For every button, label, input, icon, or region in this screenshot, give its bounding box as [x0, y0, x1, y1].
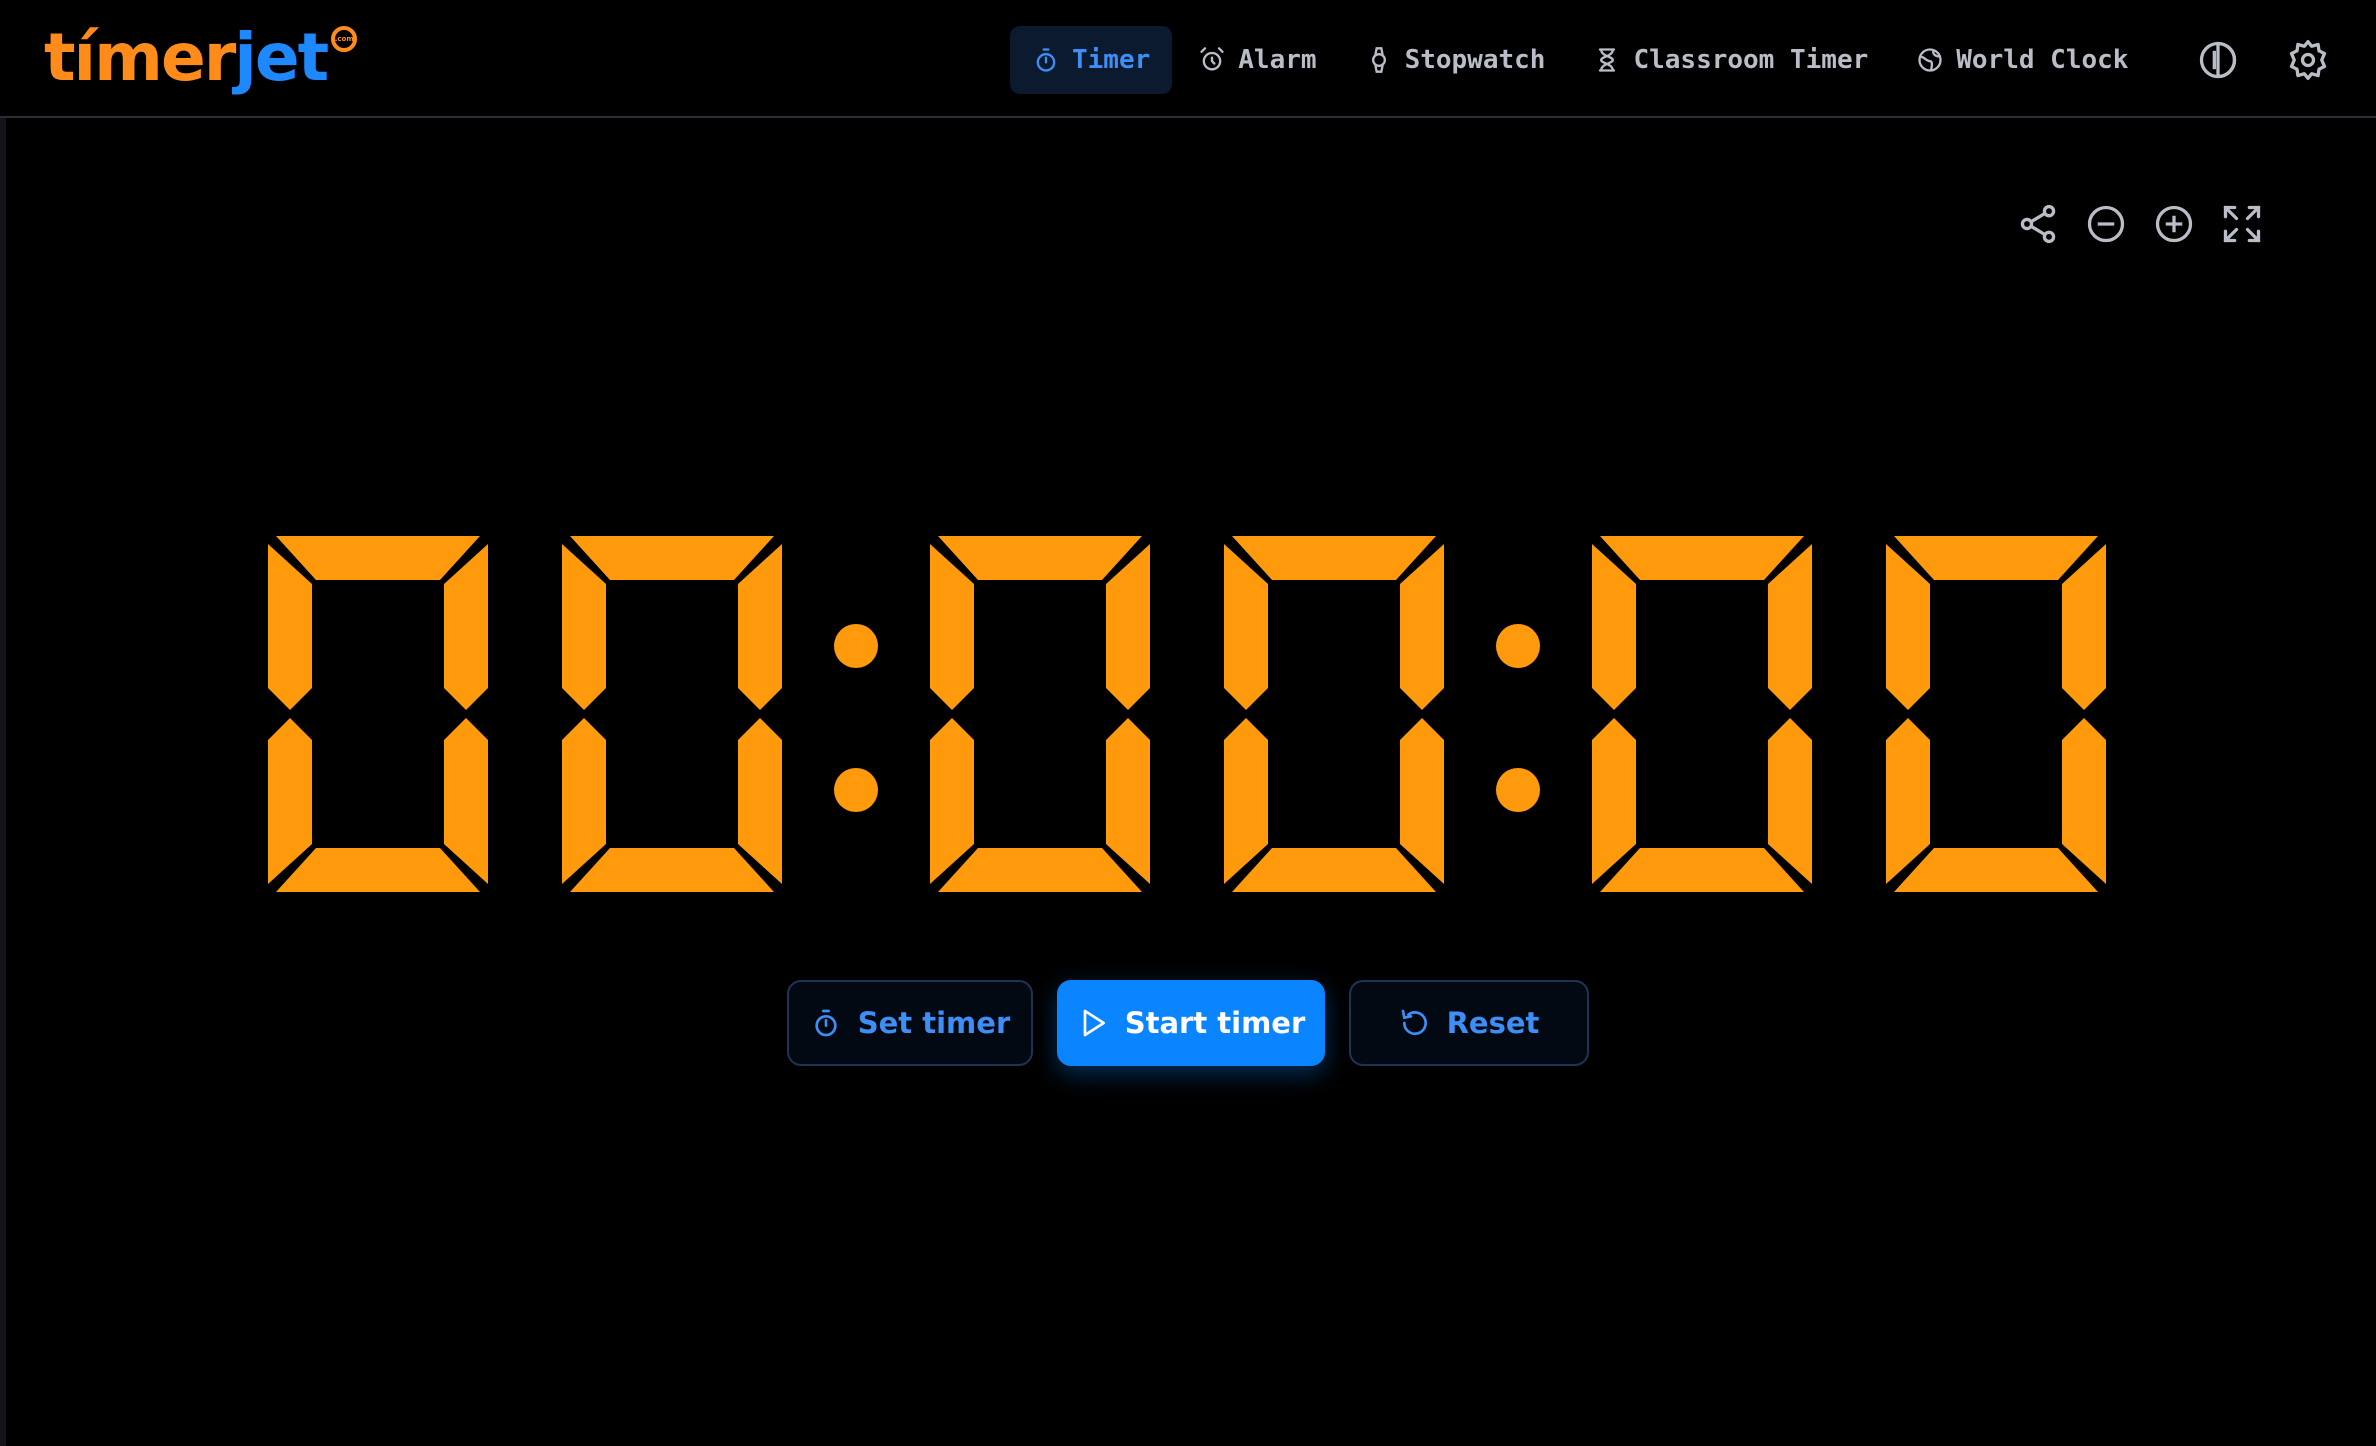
play-icon — [1083, 1009, 1105, 1037]
segment-e — [930, 718, 974, 884]
segment-e — [562, 718, 606, 884]
share-button[interactable] — [2010, 196, 2066, 252]
segment-d — [1232, 848, 1436, 892]
segment-d — [1600, 848, 1804, 892]
colon-dot-upper — [1496, 624, 1540, 668]
logo-badge: .com — [331, 26, 358, 52]
display-tools — [2010, 196, 2282, 252]
reset-label: Reset — [1446, 1006, 1540, 1040]
segment-e — [268, 718, 312, 884]
segment-e — [1224, 718, 1268, 884]
window-edge — [0, 0, 6, 1446]
timerjet-logo[interactable]: tímer jet .com — [44, 18, 358, 98]
colon-dot-lower — [1496, 768, 1540, 812]
logo-text-jet: jet — [234, 19, 329, 96]
globe-icon — [1918, 48, 1942, 72]
segment-e — [1886, 718, 1930, 884]
nav-item-alarm[interactable]: Alarm — [1176, 26, 1338, 94]
zoom-in-icon — [2155, 205, 2193, 243]
logo-text-timer: tímer — [44, 19, 236, 96]
seven-segment-digit — [268, 536, 488, 892]
seven-segment-digit — [930, 536, 1150, 892]
colon-dot-lower — [834, 768, 878, 812]
segment-c — [738, 718, 782, 884]
timer-controls: Set timer Start timer Reset — [0, 980, 2376, 1066]
nav-item-timer[interactable]: Timer — [1010, 26, 1173, 94]
segment-b — [1106, 544, 1150, 710]
segment-a — [276, 536, 480, 580]
segment-d — [276, 848, 480, 892]
segment-d — [938, 848, 1142, 892]
segment-d — [570, 848, 774, 892]
hourglass-icon — [1599, 48, 1616, 72]
segment-f — [562, 544, 606, 710]
segment-a — [938, 536, 1142, 580]
segment-c — [1400, 718, 1444, 884]
seven-segment-digit — [1224, 536, 1444, 892]
nav-label-stopwatch: Stopwatch — [1404, 45, 1546, 75]
segment-f — [930, 544, 974, 710]
start-timer-button[interactable]: Start timer — [1057, 980, 1325, 1066]
nav-item-classroom-timer[interactable]: Classroom Timer — [1571, 26, 1890, 94]
seven-segment-digit — [1592, 536, 1812, 892]
seven-segment-digit — [562, 536, 782, 892]
top-navigation-bar: tímer jet .com Timer Alarm Stopwatch Cla… — [0, 0, 2376, 118]
segment-a — [1232, 536, 1436, 580]
segment-a — [1600, 536, 1804, 580]
stopwatch-icon — [815, 1009, 837, 1037]
segment-a — [1894, 536, 2098, 580]
set-timer-label: Set timer — [857, 1006, 1011, 1040]
watch-icon — [1371, 47, 1386, 73]
nav-label-timer: Timer — [1072, 45, 1151, 75]
seven-segment-digit — [1886, 536, 2106, 892]
zoom-out-button[interactable] — [2078, 196, 2134, 252]
segment-b — [1400, 544, 1444, 710]
alarm-clock-icon — [1200, 47, 1224, 71]
segment-f — [1224, 544, 1268, 710]
main-nav: Timer Alarm Stopwatch Classroom Timer Wo… — [1010, 26, 2154, 94]
stopwatch-icon — [1036, 48, 1056, 72]
timer-display — [268, 536, 2118, 892]
nav-label-classroom-timer: Classroom Timer — [1633, 45, 1869, 75]
share-icon — [2020, 204, 2056, 244]
nav-label-world-clock: World Clock — [1956, 45, 2129, 75]
theme-toggle-button[interactable] — [2190, 32, 2246, 88]
segment-c — [1768, 718, 1812, 884]
reset-button[interactable]: Reset — [1349, 980, 1589, 1066]
segment-b — [738, 544, 782, 710]
segment-c — [2062, 718, 2106, 884]
segment-e — [1592, 718, 1636, 884]
segment-b — [1768, 544, 1812, 710]
nav-label-alarm: Alarm — [1238, 45, 1317, 75]
start-timer-label: Start timer — [1124, 1006, 1306, 1040]
segment-c — [444, 718, 488, 884]
nav-item-stopwatch[interactable]: Stopwatch — [1343, 26, 1568, 94]
segment-a — [570, 536, 774, 580]
fullscreen-icon — [2223, 205, 2261, 243]
zoom-out-icon — [2087, 205, 2125, 243]
contrast-icon — [2199, 41, 2237, 79]
segment-f — [1886, 544, 1930, 710]
nav-item-world-clock[interactable]: World Clock — [1894, 26, 2150, 94]
fullscreen-button[interactable] — [2214, 196, 2270, 252]
segment-b — [444, 544, 488, 710]
segment-c — [1106, 718, 1150, 884]
colon-dot-upper — [834, 624, 878, 668]
segment-b — [2062, 544, 2106, 710]
gear-icon — [2289, 40, 2327, 80]
settings-button[interactable] — [2280, 32, 2336, 88]
set-timer-button[interactable]: Set timer — [787, 980, 1033, 1066]
zoom-in-button[interactable] — [2146, 196, 2202, 252]
reset-icon — [1401, 1009, 1427, 1036]
segment-f — [268, 544, 312, 710]
segment-d — [1894, 848, 2098, 892]
segment-f — [1592, 544, 1636, 710]
